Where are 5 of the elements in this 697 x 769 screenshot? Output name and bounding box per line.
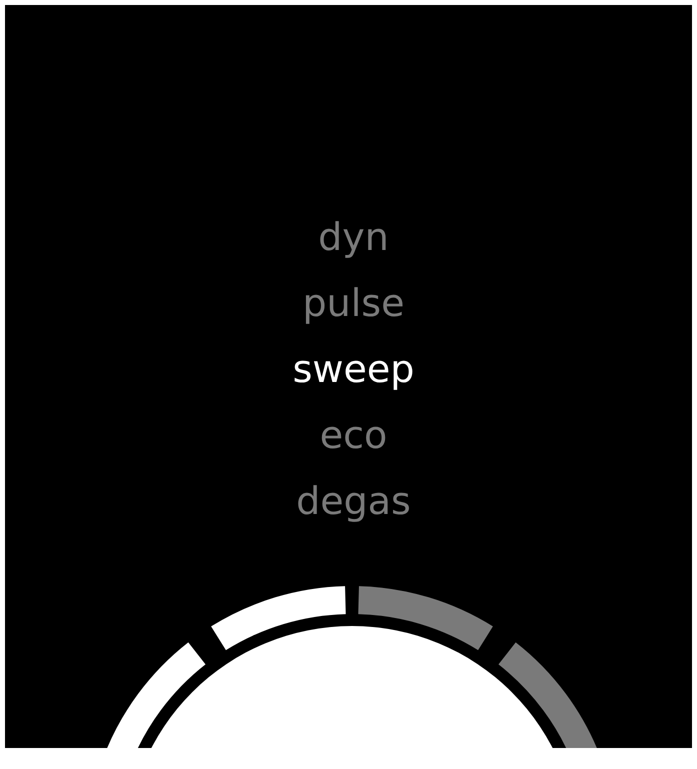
mode-option[interactable]: degas [286,468,411,534]
mode-option[interactable]: pulse [292,270,404,336]
mode-option[interactable]: eco [310,402,388,468]
mode-option[interactable]: dyn [308,204,389,270]
mode-option[interactable]: sweep [282,336,414,402]
